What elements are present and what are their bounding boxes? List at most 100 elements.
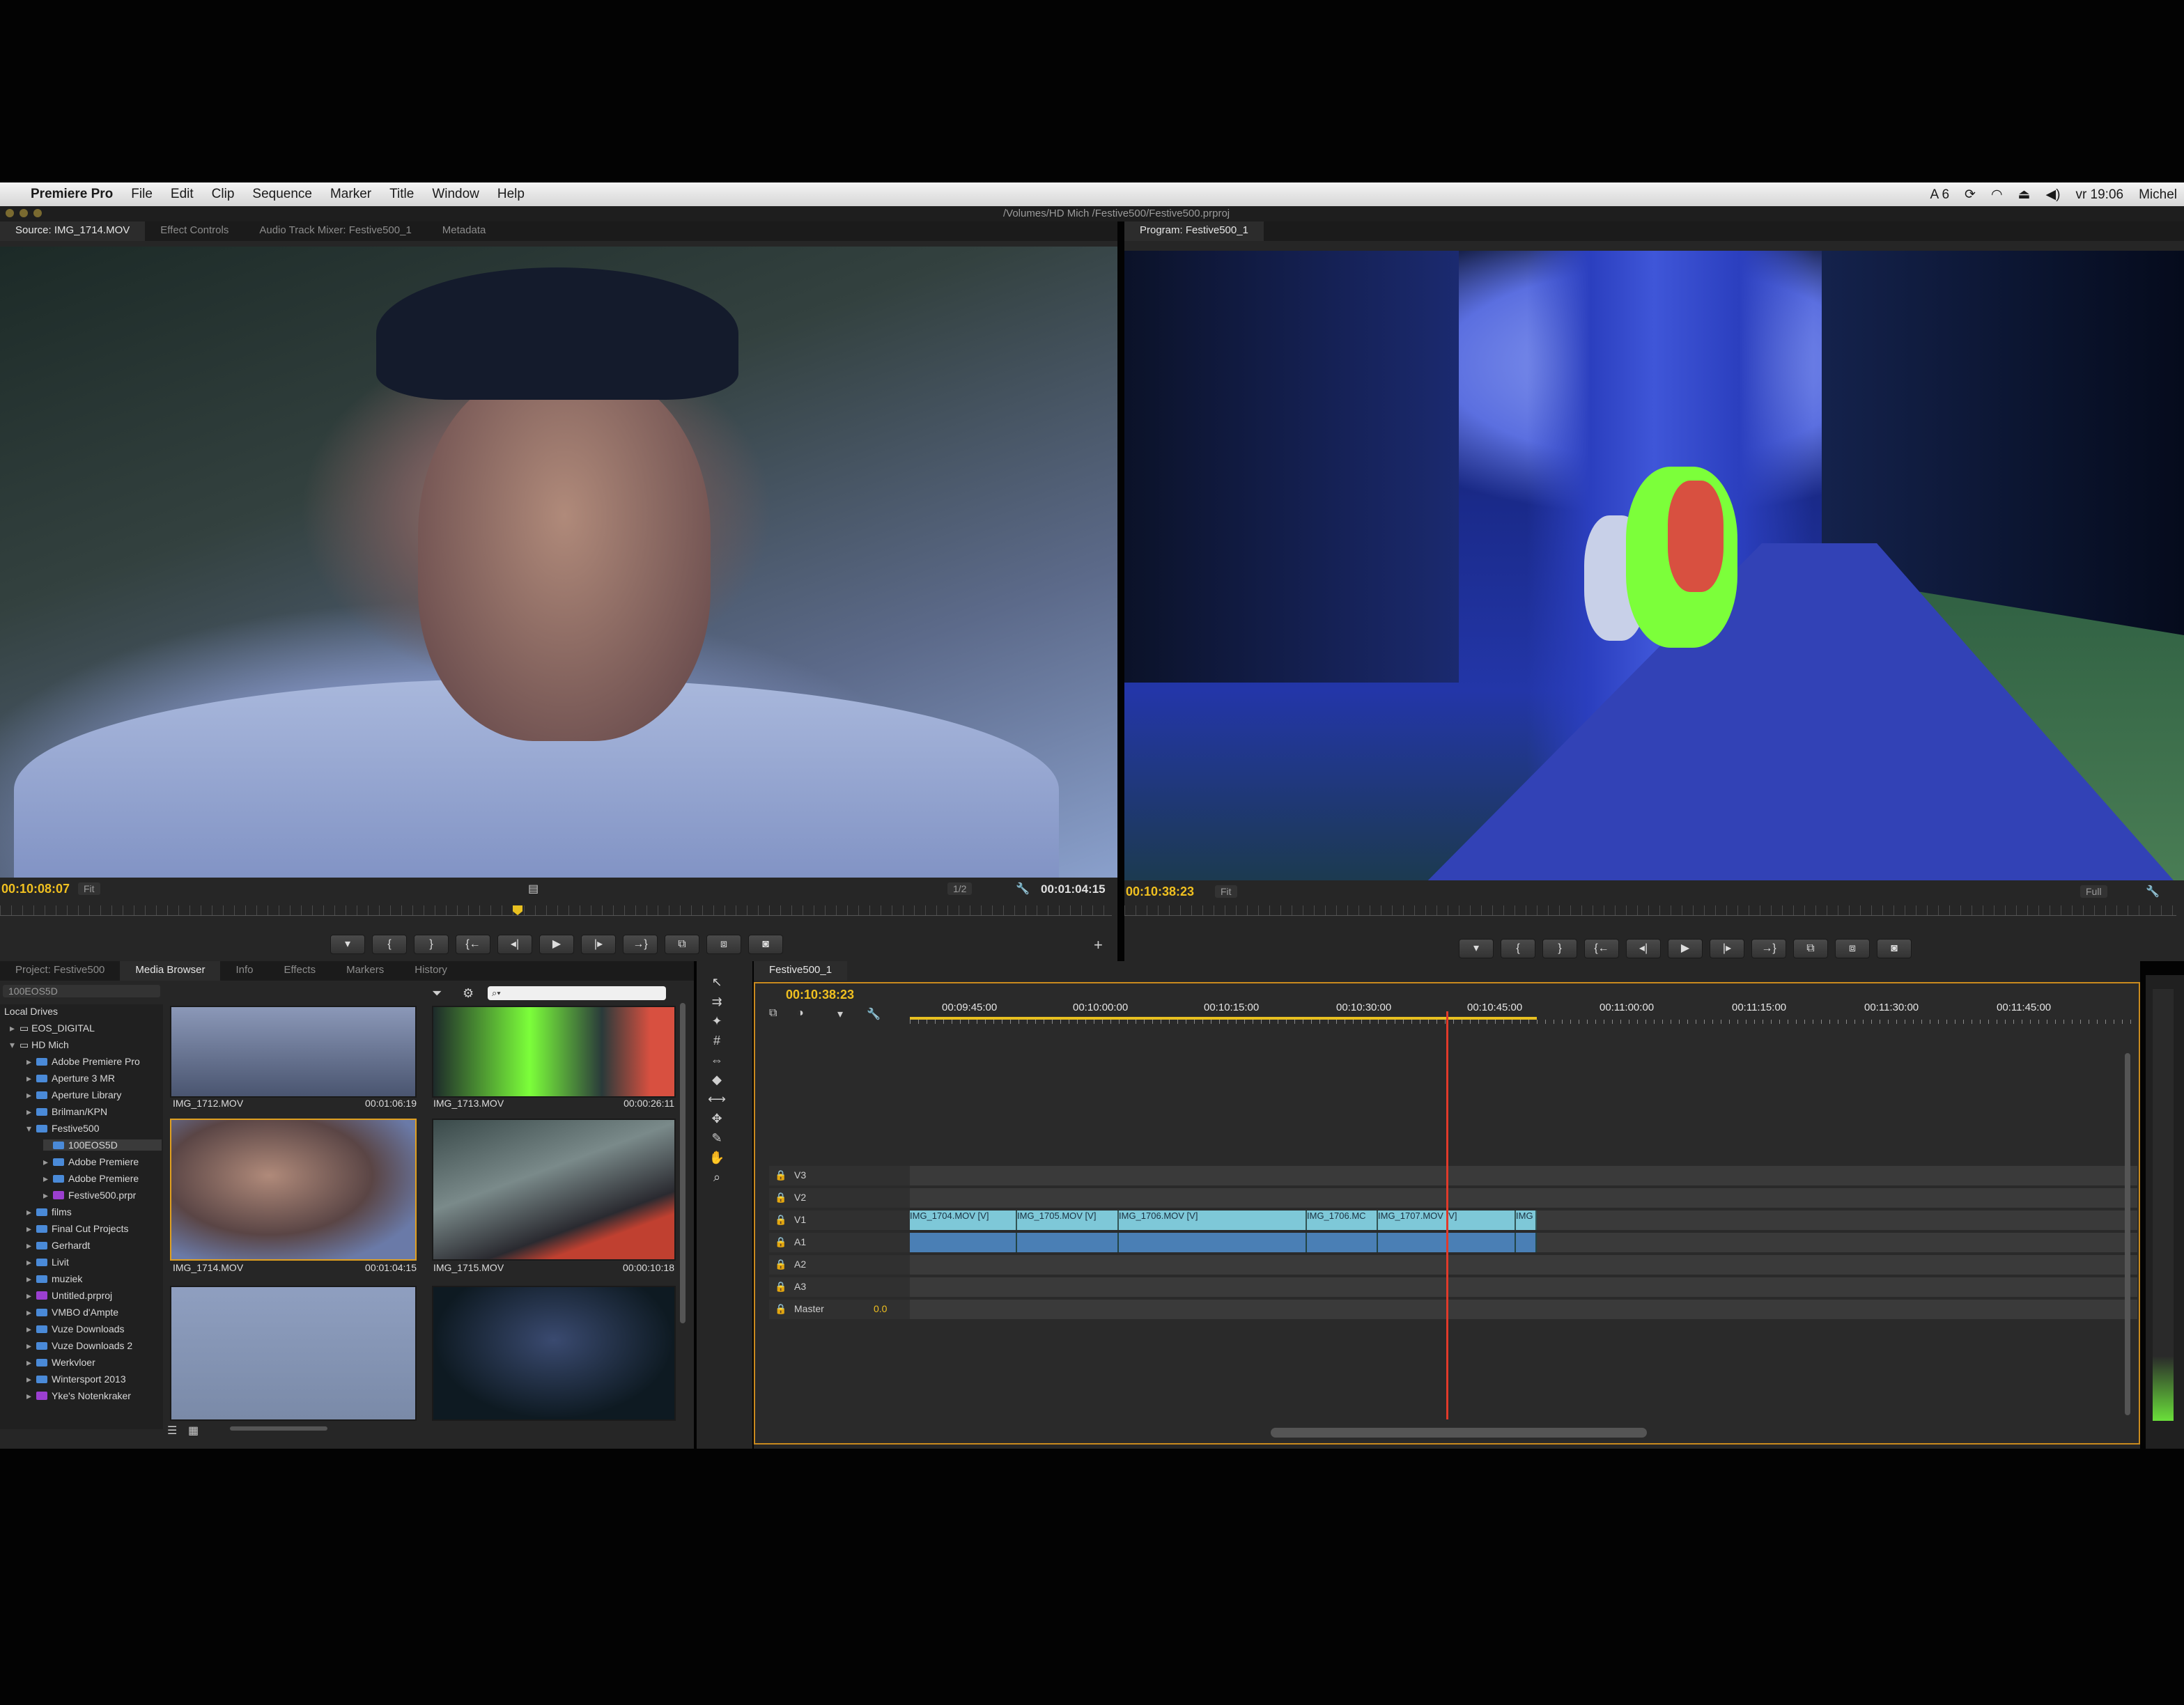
rolling-edit-tool-icon[interactable]: # bbox=[706, 1034, 727, 1049]
location-select[interactable]: 100EOS5D bbox=[3, 985, 160, 997]
audio-clip[interactable] bbox=[1017, 1233, 1119, 1252]
wrench-icon[interactable]: 🔧 bbox=[1016, 882, 1030, 896]
menu-window[interactable]: Window bbox=[432, 187, 479, 202]
clip-thumbnail[interactable] bbox=[170, 1006, 417, 1098]
track-header-v2[interactable]: 🔒 V2 bbox=[769, 1188, 922, 1208]
mark-in-icon[interactable]: { bbox=[1501, 939, 1535, 958]
export-frame-icon[interactable]: ◙ bbox=[748, 935, 783, 954]
lock-icon[interactable]: 🔒 bbox=[775, 1236, 787, 1248]
menu-sequence[interactable]: Sequence bbox=[252, 187, 312, 202]
tab-info[interactable]: Info bbox=[220, 961, 268, 981]
settings-icon[interactable]: ▤ bbox=[528, 882, 539, 896]
tree-item[interactable]: ▾ ▭ HD Mich bbox=[10, 1039, 69, 1051]
step-back-icon[interactable]: ◂| bbox=[1626, 939, 1661, 958]
source-video-frame[interactable] bbox=[0, 247, 1117, 878]
go-to-out-icon[interactable]: →} bbox=[623, 935, 658, 954]
timeline-clip[interactable]: IMG_1704.MOV [V] bbox=[910, 1210, 1017, 1230]
lock-icon[interactable]: 🔒 bbox=[775, 1214, 787, 1226]
tab-metadata[interactable]: Metadata bbox=[427, 221, 502, 241]
minimize-window-icon[interactable] bbox=[20, 209, 28, 217]
go-to-in-icon[interactable]: {← bbox=[456, 935, 490, 954]
razor-tool-icon[interactable]: ◆ bbox=[706, 1073, 727, 1088]
tab-effect-controls[interactable]: Effect Controls bbox=[145, 221, 244, 241]
tab-history[interactable]: History bbox=[399, 961, 463, 981]
timeline-timecode[interactable]: 00:10:38:23 bbox=[786, 988, 854, 1002]
linked-selection-icon[interactable]: ◑ bbox=[797, 1007, 804, 1020]
tree-item[interactable]: ▸ Yke's Notenkraker bbox=[26, 1390, 131, 1402]
step-forward-icon[interactable]: |▸ bbox=[581, 935, 616, 954]
menu-app[interactable]: Premiere Pro bbox=[31, 187, 113, 202]
menu-title[interactable]: Title bbox=[389, 187, 414, 202]
tree-item[interactable]: ▾ Festive500 bbox=[26, 1123, 99, 1135]
selection-tool-icon[interactable]: ↖ bbox=[706, 975, 727, 990]
tree-item[interactable]: ▸ Aperture Library bbox=[26, 1089, 121, 1101]
tree-item[interactable]: ▸ films bbox=[26, 1206, 72, 1218]
play-icon[interactable]: ▶ bbox=[1668, 939, 1703, 958]
mark-in-icon[interactable]: { bbox=[372, 935, 407, 954]
track-select-tool-icon[interactable]: ⇉ bbox=[706, 995, 727, 1010]
mark-out-icon[interactable]: } bbox=[414, 935, 449, 954]
time-ruler[interactable]: 00:09:45:00 00:10:00:00 00:10:15:00 00:1… bbox=[910, 983, 2136, 1025]
snap-icon[interactable]: ⧉ bbox=[769, 1007, 777, 1020]
tree-item[interactable]: ▸ Adobe Premiere bbox=[43, 1156, 139, 1168]
tree-item[interactable]: ▸ Final Cut Projects bbox=[26, 1223, 128, 1235]
tree-item[interactable]: ▸ Livit bbox=[26, 1256, 69, 1268]
program-time-ruler[interactable] bbox=[1124, 905, 2176, 916]
menu-edit[interactable]: Edit bbox=[171, 187, 194, 202]
program-timecode[interactable]: 00:10:38:23 bbox=[1126, 885, 1194, 899]
tree-item-selected[interactable]: 100EOS5D bbox=[43, 1139, 162, 1151]
status-clock[interactable]: vr 19:06 bbox=[2075, 187, 2123, 203]
program-quality-select[interactable]: Full bbox=[2080, 885, 2107, 898]
eject-icon[interactable]: ⏏ bbox=[2018, 187, 2031, 203]
clip-thumbnail[interactable] bbox=[170, 1286, 417, 1421]
clip-thumbnail[interactable] bbox=[432, 1006, 676, 1098]
step-back-icon[interactable]: ◂| bbox=[497, 935, 532, 954]
track-lane-v2[interactable] bbox=[910, 1188, 2137, 1208]
list-view-icon[interactable]: ☰ bbox=[167, 1424, 177, 1438]
track-lane-a3[interactable] bbox=[910, 1277, 2137, 1297]
rate-stretch-tool-icon[interactable]: ⇔ bbox=[706, 1053, 727, 1068]
slip-tool-icon[interactable]: ⟷ bbox=[706, 1092, 727, 1107]
tab-effects[interactable]: Effects bbox=[268, 961, 331, 981]
filter-icon[interactable]: ⏷ bbox=[432, 986, 442, 1001]
timeline-clip[interactable]: IMG_1705.MOV [V] bbox=[1017, 1210, 1119, 1230]
menu-file[interactable]: File bbox=[131, 187, 153, 202]
project-scrollbar[interactable] bbox=[680, 1003, 686, 1323]
adobe-icon[interactable]: A 6 bbox=[1930, 187, 1949, 203]
slide-tool-icon[interactable]: ✥ bbox=[706, 1112, 727, 1127]
volume-icon[interactable]: ◀) bbox=[2045, 187, 2060, 203]
marker-icon[interactable]: ▾ bbox=[1459, 939, 1494, 958]
view-options-icon[interactable]: ⚙ bbox=[463, 986, 474, 1001]
lock-icon[interactable]: 🔒 bbox=[775, 1303, 787, 1315]
marker-icon[interactable]: ▾ bbox=[330, 935, 365, 954]
tree-item[interactable]: ▸ Festive500.prpr bbox=[43, 1190, 136, 1201]
program-fit-select[interactable]: Fit bbox=[1215, 885, 1237, 898]
audio-clip[interactable] bbox=[910, 1233, 1017, 1252]
tab-project[interactable]: Project: Festive500 bbox=[0, 961, 120, 981]
track-lane-v3[interactable] bbox=[910, 1166, 2137, 1185]
track-header-a1[interactable]: 🔒 A1 bbox=[769, 1233, 922, 1252]
track-header-v3[interactable]: 🔒 V3 bbox=[769, 1166, 922, 1185]
lock-icon[interactable]: 🔒 bbox=[775, 1259, 787, 1270]
mark-out-icon[interactable]: } bbox=[1542, 939, 1577, 958]
audio-clip[interactable] bbox=[1119, 1233, 1307, 1252]
menu-help[interactable]: Help bbox=[497, 187, 525, 202]
tree-item[interactable]: ▸ Adobe Premiere Pro bbox=[26, 1056, 140, 1068]
track-header-a2[interactable]: 🔒 A2 bbox=[769, 1255, 922, 1275]
overwrite-icon[interactable]: ⧈ bbox=[706, 935, 741, 954]
track-header-a3[interactable]: 🔒 A3 bbox=[769, 1277, 922, 1297]
source-timecode[interactable]: 00:10:08:07 bbox=[1, 882, 70, 896]
audio-clip[interactable] bbox=[1516, 1233, 1537, 1252]
tree-item[interactable]: ▸ Aperture 3 MR bbox=[26, 1073, 115, 1084]
timeline-settings-icon[interactable]: 🔧 bbox=[867, 1007, 881, 1021]
close-window-icon[interactable] bbox=[6, 209, 14, 217]
source-time-ruler[interactable] bbox=[0, 905, 1112, 916]
tab-audio-mixer[interactable]: Audio Track Mixer: Festive500_1 bbox=[244, 221, 426, 241]
tree-item[interactable]: ▸ Werkvloer bbox=[26, 1357, 95, 1369]
lock-icon[interactable]: 🔒 bbox=[775, 1192, 787, 1204]
lock-icon[interactable]: 🔒 bbox=[775, 1281, 787, 1293]
master-volume[interactable]: 0.0 bbox=[874, 1303, 887, 1314]
tree-item[interactable]: ▸ Gerhardt bbox=[26, 1240, 90, 1252]
add-button-icon[interactable]: + bbox=[1094, 936, 1103, 954]
tree-item[interactable]: ▸ Vuze Downloads bbox=[26, 1323, 125, 1335]
